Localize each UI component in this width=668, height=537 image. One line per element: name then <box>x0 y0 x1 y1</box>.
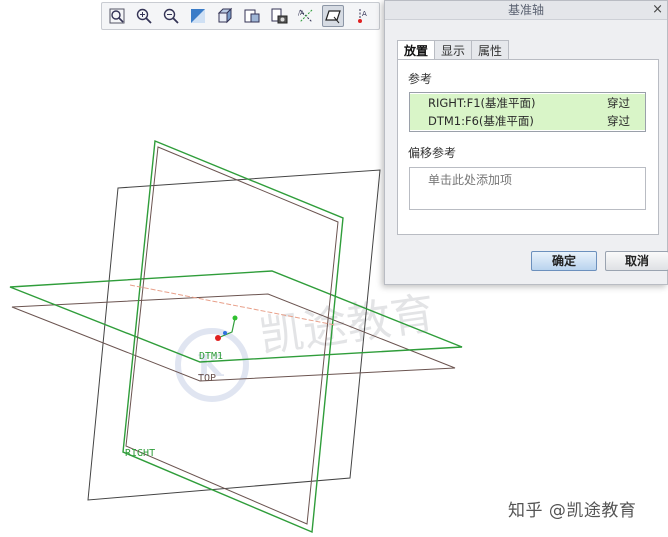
reference-constraint[interactable]: 穿过 <box>607 94 630 112</box>
offset-placeholder: 单击此处添加项 <box>428 173 513 187</box>
tab-placement[interactable]: 放置 <box>397 40 436 60</box>
zoom-in-button[interactable] <box>133 5 155 27</box>
references-collector[interactable]: RIGHT:F1(基准平面) 穿过 DTM1:F6(基准平面) 穿过 <box>409 92 646 132</box>
datum-axis-dialog: 基准轴 × 放置 显示 属性 参考 RIGHT:F1(基准平面) 穿过 DTM1… <box>384 0 668 285</box>
display-style-button[interactable] <box>214 5 236 27</box>
cancel-button[interactable]: 取消 <box>605 251 668 271</box>
dialog-titlebar[interactable]: 基准轴 × <box>385 1 667 20</box>
zoom-fit-icon <box>109 8 125 24</box>
watermark-logo: K 凯途教育 <box>175 288 438 402</box>
axis-display-icon: /A <box>298 9 313 23</box>
repaint-button[interactable] <box>187 5 209 27</box>
tab-display[interactable]: 显示 <box>434 40 473 60</box>
reference-name: RIGHT:F1(基准平面) <box>428 96 536 110</box>
close-icon[interactable]: × <box>652 1 663 19</box>
top-label: TOP <box>198 373 216 384</box>
reference-row[interactable]: DTM1:F6(基准平面) 穿过 <box>410 112 645 130</box>
view-toolbar: /A A <box>101 2 380 30</box>
right-label: RIGHT <box>125 448 155 459</box>
dialog-title: 基准轴 <box>507 3 544 17</box>
tab-properties[interactable]: 属性 <box>471 40 510 60</box>
zoom-out-icon <box>163 8 179 24</box>
repaint-icon <box>191 9 205 23</box>
saved-views-button[interactable] <box>241 5 263 27</box>
view-manager-icon <box>271 8 288 24</box>
offset-references-label: 偏移参考 <box>408 146 457 160</box>
reference-constraint[interactable]: 穿过 <box>607 112 630 130</box>
saved-views-icon <box>244 9 260 23</box>
csys-display-button[interactable]: A <box>349 5 371 27</box>
dtm1-label: DTM1 <box>199 351 223 362</box>
csys-display-icon: A <box>358 9 367 23</box>
plane-display-button[interactable] <box>322 5 344 27</box>
ok-button[interactable]: 确定 <box>531 251 597 271</box>
zoom-in-icon <box>136 8 152 24</box>
zoom-out-button[interactable] <box>160 5 182 27</box>
zoom-fit-button[interactable] <box>106 5 128 27</box>
display-style-icon <box>217 7 233 24</box>
references-label: 参考 <box>408 72 433 86</box>
plane-display-icon <box>325 10 341 24</box>
reference-row[interactable]: RIGHT:F1(基准平面) 穿过 <box>410 94 645 112</box>
watermark-text: 知乎 @凯途教育 <box>508 501 637 521</box>
dialog-tabs: 放置 显示 属性 <box>397 40 510 60</box>
svg-text:A: A <box>362 10 367 18</box>
svg-text:/A: /A <box>298 10 305 17</box>
view-manager-button[interactable] <box>268 5 290 27</box>
reference-name: DTM1:F6(基准平面) <box>428 114 534 128</box>
axis-display-button[interactable]: /A <box>295 5 317 27</box>
placement-panel: 参考 RIGHT:F1(基准平面) 穿过 DTM1:F6(基准平面) 穿过 偏移… <box>397 59 659 235</box>
offset-references-collector[interactable]: 单击此处添加项 <box>409 167 646 210</box>
